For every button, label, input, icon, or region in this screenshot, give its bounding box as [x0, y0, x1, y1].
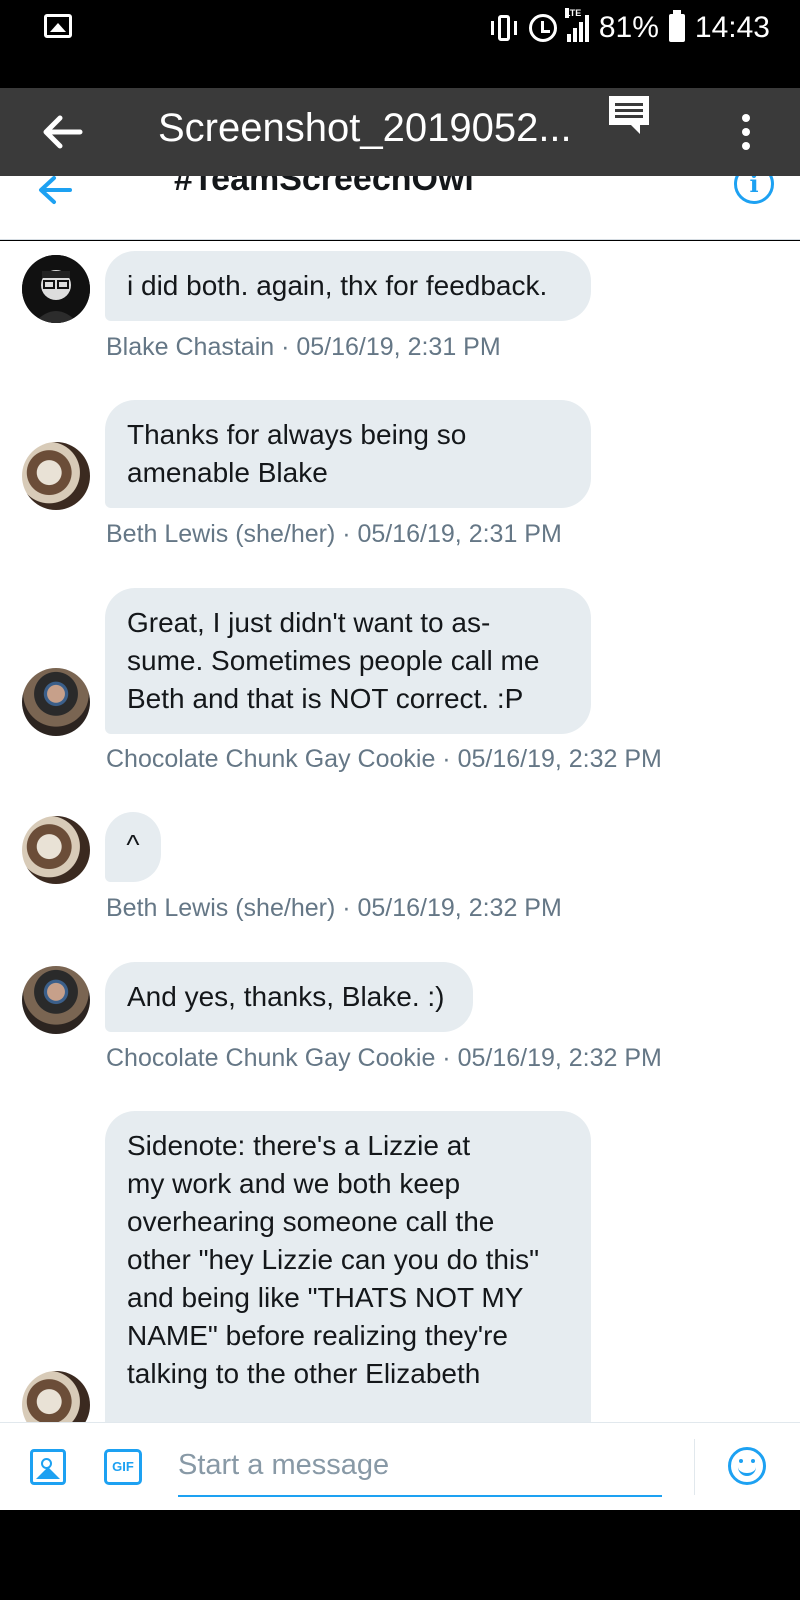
clock: 14:43 [694, 11, 770, 44]
message-text-line: sume. Sometimes people call me [127, 645, 540, 676]
dm-header: #TeamScreechOwl i [0, 176, 800, 240]
emoji-icon[interactable] [728, 1447, 766, 1485]
message-text-line: Sidenote: there's a Lizzie at [127, 1130, 471, 1161]
status-bar: LTE 81% 14:43 [0, 0, 800, 88]
message-meta: Beth Lewis (she/her) · 05/16/19, 2:31 PM [106, 520, 562, 548]
message-meta: Chocolate Chunk Gay Cookie · 05/16/19, 2… [106, 1044, 662, 1072]
message-list[interactable]: i did both. again, thx for feedback. Bla… [0, 241, 800, 1422]
message-text-line: i did both. again, thx for feedback. [127, 270, 548, 301]
battery-percent: 81% [598, 11, 659, 44]
system-navigation-bar [0, 1510, 800, 1600]
message-text-line: Beth and that is NOT correct. :P [127, 683, 524, 714]
avatar-chocolate-chunk[interactable] [22, 668, 90, 736]
message-bubble[interactable]: Great, I just didn't want to as- sume. S… [105, 588, 591, 734]
viewer-toolbar: Screenshot_2019052... [0, 88, 800, 176]
message-text-line: NAME" before realizing they're [127, 1320, 509, 1351]
network-type-label: LTE [564, 8, 582, 18]
message-text-line: overhearing someone call the [127, 1206, 495, 1237]
message-meta: Chocolate Chunk Gay Cookie · 05/16/19, 2… [106, 745, 662, 773]
vibrate-icon [489, 13, 519, 43]
alarm-icon [528, 14, 557, 42]
message-text-line: ^ [126, 829, 140, 860]
message-text-line: Thanks for always being so [127, 419, 467, 450]
message-composer: GIF [0, 1422, 800, 1510]
message-text-line: my work and we both keep [127, 1168, 461, 1199]
message-bubble[interactable]: i did both. again, thx for feedback. [105, 251, 591, 321]
comment-icon[interactable] [606, 92, 652, 138]
message-text-line: talking to the other Elizabeth [127, 1358, 481, 1389]
viewer-title: Screenshot_2019052... [158, 106, 572, 150]
message-input[interactable] [178, 1435, 662, 1497]
message-bubble[interactable]: And yes, thanks, Blake. :) [105, 962, 473, 1032]
avatar-beth[interactable] [22, 1371, 90, 1422]
gif-button[interactable]: GIF [104, 1449, 142, 1485]
dm-back-arrow-icon[interactable] [36, 176, 76, 212]
info-icon[interactable]: i [734, 176, 774, 204]
avatar-chocolate-chunk[interactable] [22, 966, 90, 1034]
status-icons: LTE 81% 14:43 [489, 8, 770, 48]
message-bubble[interactable]: Thanks for always being so amenable Blak… [105, 400, 591, 508]
avatar-beth[interactable] [22, 442, 90, 510]
message-text-line: other "hey Lizzie can you do this" [127, 1244, 540, 1275]
signal-icon: LTE [564, 8, 589, 42]
message-text-line: And yes, thanks, Blake. :) [127, 981, 445, 1012]
overflow-menu-icon[interactable] [736, 108, 756, 156]
message-meta: Blake Chastain · 05/16/19, 2:31 PM [106, 333, 501, 361]
message-text-line: and being like "THATS NOT MY [127, 1282, 524, 1313]
gallery-notification-icon [44, 14, 72, 38]
message-meta: Beth Lewis (she/her) · 05/16/19, 2:32 PM [106, 894, 562, 922]
image-icon[interactable] [30, 1449, 66, 1485]
back-arrow-icon[interactable] [40, 110, 84, 154]
message-text-line: amenable Blake [127, 457, 328, 488]
battery-icon [668, 10, 685, 42]
message-bubble[interactable]: Sidenote: there's a Lizzie at my work an… [105, 1111, 591, 1422]
composer-divider [694, 1439, 695, 1495]
avatar-beth[interactable] [22, 816, 90, 884]
conversation-title: #TeamScreechOwl [174, 176, 474, 198]
avatar-blake[interactable] [22, 255, 90, 323]
message-bubble[interactable]: ^ [105, 812, 161, 882]
message-text-line: Great, I just didn't want to as- [127, 607, 491, 638]
